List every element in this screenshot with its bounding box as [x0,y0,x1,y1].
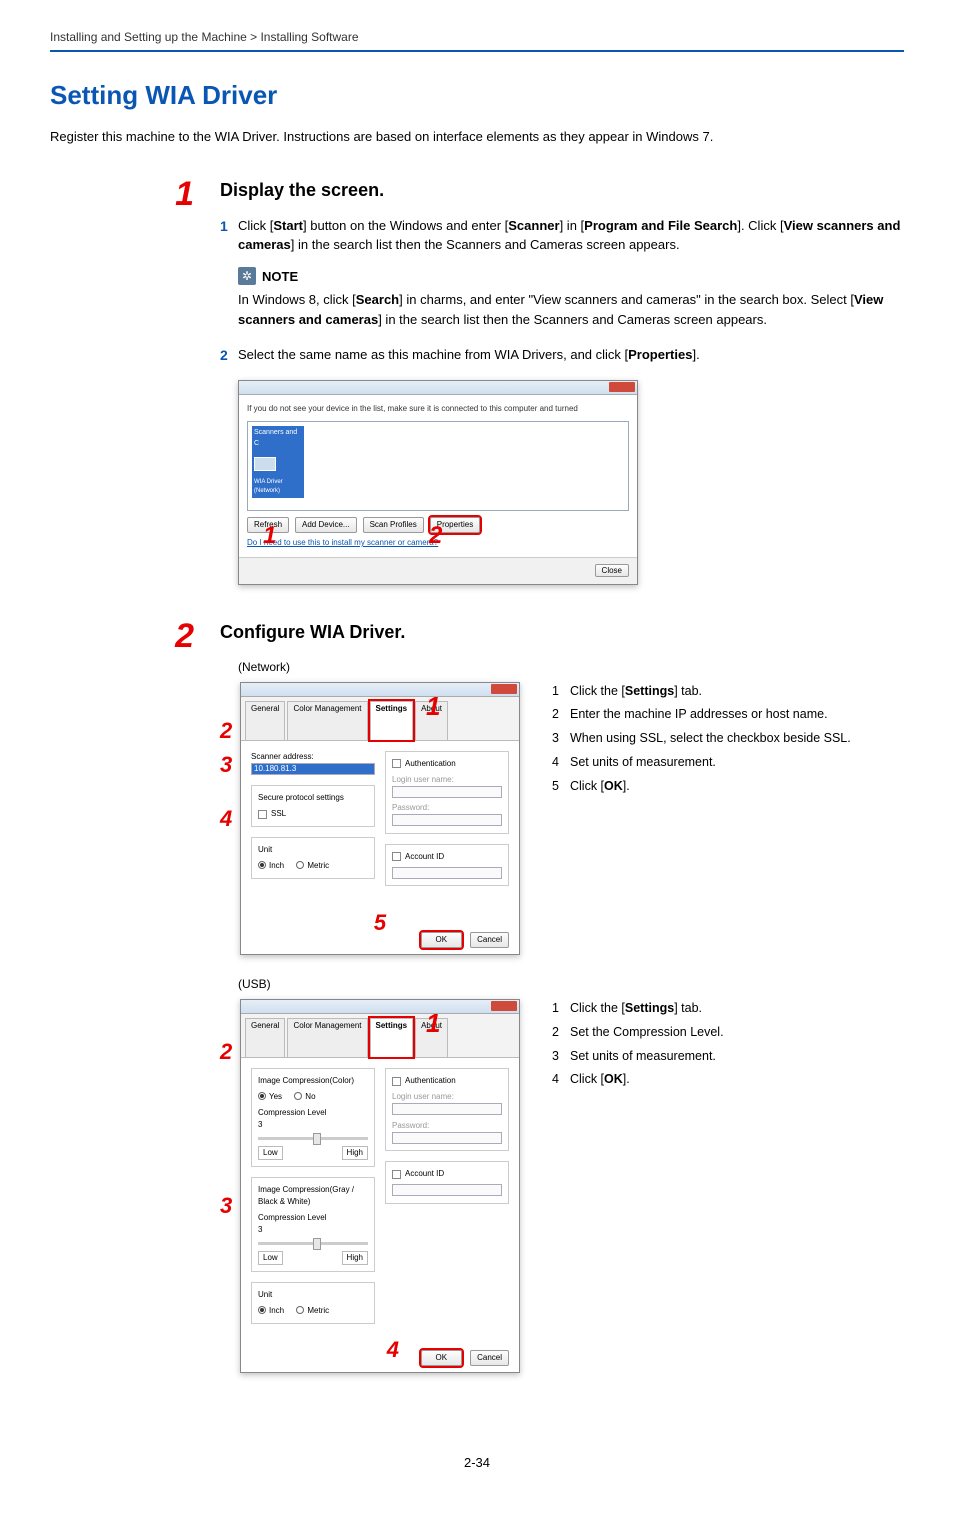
unit-inch-radio[interactable]: Inch [258,1306,284,1315]
note-text: In Windows 8, click [Search] in charms, … [238,290,904,329]
img-color-label: Image Compression(Color) [258,1075,368,1087]
properties-dialog-usb: General Color Management Settings About … [240,999,520,1373]
divider [50,50,904,52]
compression-slider[interactable] [258,1137,368,1140]
password-label: Password: [392,802,502,814]
callout-label: 3 [220,748,232,781]
tab-general[interactable]: General [245,701,285,740]
caption-network: (Network) [238,658,904,676]
scanner-address-label: Scanner address: [251,751,375,763]
close-icon[interactable] [609,382,635,392]
scanners-window: If you do not see your device in the lis… [238,380,638,585]
scan-profiles-button[interactable]: Scan Profiles [363,517,424,533]
password-input [392,814,502,826]
tab-color[interactable]: Color Management [287,701,367,740]
properties-dialog-network: General Color Management Settings About … [240,682,520,956]
scanner-address-input[interactable] [251,763,375,775]
no-radio[interactable]: No [294,1092,315,1101]
account-input [392,867,502,879]
page-title: Setting WIA Driver [50,76,904,115]
tab-color[interactable]: Color Management [287,1018,367,1057]
window-titlebar [241,683,519,697]
callout-label: 2 [220,1035,232,1068]
device-list[interactable]: Scanners and C WIA Driver (Network) [247,421,629,511]
tab-general[interactable]: General [245,1018,285,1057]
tab-settings[interactable]: Settings [370,701,414,740]
selected-device[interactable]: Scanners and C WIA Driver (Network) [252,426,304,498]
gear-icon: ✲ [238,267,256,285]
comp-value: 3 [258,1119,368,1131]
note-label: NOTE [262,267,298,287]
comp-level-label: Compression Level [258,1212,368,1224]
auth-checkbox[interactable]: Authentication [392,1075,502,1087]
page-number: 2-34 [50,1453,904,1473]
substep1-text: Click [Start] button on the Windows and … [238,216,904,255]
cancel-button[interactable]: Cancel [470,932,509,948]
breadcrumb: Installing and Setting up the Machine > … [50,28,904,46]
account-input [392,1184,502,1196]
callout-label: 2 [220,714,232,747]
substep-number: 2 [220,345,238,366]
callout-label: 4 [220,802,232,835]
window-titlebar [241,1000,519,1014]
password-label: Password: [392,1120,502,1132]
callout-label: 1 [263,518,276,554]
compression-slider-gray[interactable] [258,1242,368,1245]
close-button[interactable]: Close [595,564,629,577]
scanner-icon [254,457,276,471]
login-user-label: Login user name: [392,774,502,786]
password-input [392,1132,502,1144]
step-number-1: 1 [175,175,194,213]
auth-checkbox[interactable]: Authentication [392,758,502,770]
callout-label: 5 [374,910,386,935]
unit-group-label: Unit [258,1289,368,1301]
secure-group-label: Secure protocol settings [258,792,368,804]
ok-button[interactable]: OK [421,1350,463,1366]
caption-usb: (USB) [238,975,904,993]
usb-instructions: 1Click the [Settings] tab. 2Set the Comp… [552,999,724,1094]
callout-label: 2 [429,518,442,554]
substep-number: 1 [220,216,238,237]
intro-text: Register this machine to the WIA Driver.… [50,127,904,147]
ok-button[interactable]: OK [421,932,463,948]
cancel-button[interactable]: Cancel [470,1350,509,1366]
step1-title: Display the screen. [220,177,904,204]
callout-label: 3 [220,1189,232,1222]
unit-inch-radio[interactable]: Inch [258,861,284,870]
login-user-input [392,1103,502,1115]
network-instructions: 1Click the [Settings] tab. 2Enter the ma… [552,682,851,801]
comp-value: 3 [258,1224,368,1236]
note-box: ✲ NOTE In Windows 8, click [Search] in c… [238,267,904,330]
account-checkbox[interactable]: Account ID [392,1168,502,1180]
login-user-label: Login user name: [392,1091,502,1103]
callout-label: 1 [426,1004,440,1043]
low-label: Low [258,1146,283,1160]
account-checkbox[interactable]: Account ID [392,851,502,863]
yes-radio[interactable]: Yes [258,1092,282,1101]
step-number-2: 2 [175,617,194,655]
comp-level-label: Compression Level [258,1107,368,1119]
close-icon[interactable] [491,684,517,694]
high-label: High [342,1146,368,1160]
tab-settings[interactable]: Settings [370,1018,414,1057]
unit-metric-radio[interactable]: Metric [296,861,329,870]
ssl-checkbox[interactable]: SSL [258,808,368,820]
close-icon[interactable] [491,1001,517,1011]
substep2-text: Select the same name as this machine fro… [238,345,904,365]
window-hint: If you do not see your device in the lis… [247,403,629,415]
high-label: High [342,1251,368,1265]
window-titlebar [239,381,637,395]
img-gray-label: Image Compression(Gray / Black & White) [258,1184,368,1208]
step2-title: Configure WIA Driver. [220,619,904,646]
login-user-input [392,786,502,798]
add-device-button[interactable]: Add Device... [295,517,357,533]
callout-label: 1 [426,687,440,726]
low-label: Low [258,1251,283,1265]
unit-group-label: Unit [258,844,368,856]
unit-metric-radio[interactable]: Metric [296,1306,329,1315]
